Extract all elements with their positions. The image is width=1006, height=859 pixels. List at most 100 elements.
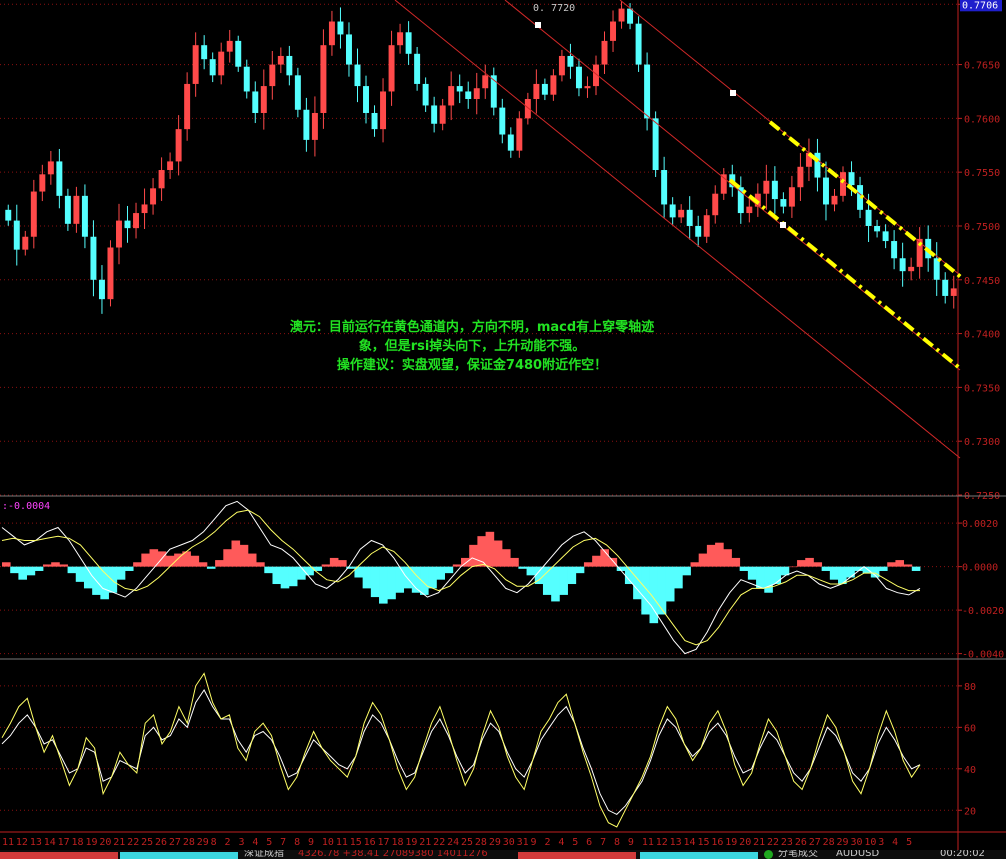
candle-body bbox=[337, 21, 344, 35]
macd-histogram-bar bbox=[690, 562, 700, 567]
date-tick-label: 21 bbox=[753, 837, 765, 848]
date-tick-label: 24 bbox=[447, 837, 459, 848]
date-tick-label: 5 bbox=[906, 837, 912, 848]
candle-body bbox=[575, 66, 582, 89]
macd-histogram-bar bbox=[542, 566, 552, 595]
channel-anchor-handle[interactable] bbox=[730, 90, 736, 96]
macd-histogram-bar bbox=[362, 566, 372, 589]
date-tick-label: 30 bbox=[503, 837, 515, 848]
date-tick-label: 22 bbox=[767, 837, 779, 848]
macd-histogram-bar bbox=[215, 560, 224, 567]
date-tick-label: 25 bbox=[461, 837, 473, 848]
candle-body bbox=[780, 199, 787, 207]
macd-histogram-bar bbox=[444, 566, 454, 574]
macd-histogram-bar bbox=[51, 562, 60, 567]
price-tick-label: 0.7650 bbox=[964, 61, 1000, 72]
date-tick-label: 8 bbox=[614, 837, 620, 848]
candle-body bbox=[107, 247, 114, 300]
macd-histogram-bar bbox=[18, 566, 27, 580]
date-tick-label: 12 bbox=[656, 837, 668, 848]
candle-body bbox=[371, 112, 378, 130]
channel-anchor-handle[interactable] bbox=[535, 22, 541, 28]
status-bar-left-red bbox=[0, 852, 118, 859]
candle-body bbox=[167, 161, 174, 171]
annotation-line-2: 象，但是rsi掉头向下，上升动能不强。 bbox=[358, 339, 586, 354]
candle-body bbox=[584, 86, 591, 89]
macd-histogram-bar bbox=[567, 566, 577, 585]
candle-body bbox=[311, 112, 318, 140]
macd-histogram-bar bbox=[42, 564, 52, 567]
date-tick-label: 4 bbox=[558, 837, 564, 848]
date-tick-label: 10 bbox=[864, 837, 876, 848]
candle-body bbox=[5, 209, 12, 221]
macd-histogram-bar bbox=[747, 566, 757, 580]
candle-body bbox=[90, 236, 97, 280]
macd-histogram-bar bbox=[559, 566, 568, 595]
macd-histogram-bar bbox=[395, 566, 405, 593]
candle-body bbox=[47, 161, 54, 175]
date-tick-label: 7 bbox=[280, 837, 286, 848]
candle-body bbox=[184, 83, 191, 130]
rsi-panel[interactable]: 80 60 40 20 bbox=[0, 672, 1006, 833]
price-tick-label: 0.7550 bbox=[964, 168, 1000, 179]
date-tick-label: 19 bbox=[725, 837, 737, 848]
rsi-tick-label: 40 bbox=[964, 765, 976, 776]
macd-histogram-bar bbox=[247, 553, 257, 567]
date-tick-label: 26 bbox=[155, 837, 167, 848]
date-axis: 11 12 13 14 17 18 19 20 21 22 25 26 27 28 29 8 2 3 4 5 7 8 9 10… bbox=[2, 837, 912, 848]
candle-body bbox=[260, 86, 267, 113]
candle-body bbox=[303, 109, 310, 140]
status-bar-left-cyan bbox=[120, 852, 238, 859]
macd-histogram-bar bbox=[280, 566, 290, 589]
candle-body bbox=[465, 91, 472, 99]
candle-body bbox=[882, 231, 889, 242]
date-tick-label: 21 bbox=[113, 837, 125, 848]
macd-histogram-bar bbox=[379, 566, 388, 604]
macd-histogram-bar bbox=[526, 566, 536, 576]
candle-body bbox=[482, 75, 489, 89]
macd-histogram-bar bbox=[756, 566, 765, 589]
candle-body bbox=[294, 75, 301, 110]
channel-anchor-handle[interactable] bbox=[780, 222, 786, 228]
date-tick-label: 12 bbox=[16, 837, 28, 848]
price-panel[interactable]: 0.7706 0.7650 0.7600 0.7550 0.7500 0.7450 0.74… bbox=[0, 0, 1006, 850]
candle-body bbox=[56, 161, 63, 196]
date-tick-label: 29 bbox=[197, 837, 209, 848]
date-tick-label: 11 bbox=[336, 837, 348, 848]
date-tick-label: 27 bbox=[169, 837, 181, 848]
date-tick-label: 2 bbox=[544, 837, 550, 848]
price-tick-label: 0.7500 bbox=[964, 222, 1000, 233]
macd-histogram-bar bbox=[26, 566, 36, 576]
macd-panel[interactable]: :-0.00040.00200.0000-0.0020-0.0040 bbox=[0, 500, 1006, 661]
macd-histogram-bar bbox=[75, 566, 85, 582]
candle-body bbox=[98, 279, 105, 300]
price-tick-label: 0.7600 bbox=[964, 114, 1000, 125]
candle-body bbox=[363, 86, 369, 113]
status-bar: 深证成指 4326.78 +38.41 27089380 14011276 分笔… bbox=[0, 850, 1006, 859]
macd-histogram-bar bbox=[190, 555, 200, 567]
date-tick-label: 28 bbox=[475, 837, 487, 848]
candle-body bbox=[218, 51, 225, 76]
market-label[interactable]: 分笔成交 bbox=[778, 850, 818, 859]
date-tick-label: 13 bbox=[30, 837, 42, 848]
market-symbol: AUDUSD bbox=[836, 850, 880, 859]
candle-body bbox=[150, 188, 157, 205]
candle-body bbox=[431, 105, 438, 124]
candle-body bbox=[695, 225, 702, 237]
date-tick-label: 9 bbox=[531, 837, 537, 848]
forex-chart[interactable]: 0.7706 0.7650 0.7600 0.7550 0.7500 0.7450 0.74… bbox=[0, 0, 1006, 859]
date-tick-label: 7 bbox=[600, 837, 606, 848]
macd-histogram-bar bbox=[100, 566, 109, 600]
macd-histogram-bar bbox=[657, 566, 667, 615]
current-price-label: 0.7706 bbox=[962, 0, 998, 11]
candle-body bbox=[448, 86, 455, 106]
candle-body bbox=[354, 64, 361, 87]
macd-histogram-bar bbox=[338, 560, 347, 567]
analysis-annotation: 澳元：目前运行在黄色通道内，方向不明，macd有上穿零轴迹 象，但是rsi掉头向… bbox=[0, 318, 944, 375]
candle-body bbox=[942, 279, 949, 296]
macd-histogram-bar bbox=[575, 566, 585, 574]
date-tick-label: 20 bbox=[739, 837, 751, 848]
candle-body bbox=[209, 59, 216, 76]
date-tick-label: 11 bbox=[642, 837, 654, 848]
date-tick-label: 29 bbox=[837, 837, 849, 848]
